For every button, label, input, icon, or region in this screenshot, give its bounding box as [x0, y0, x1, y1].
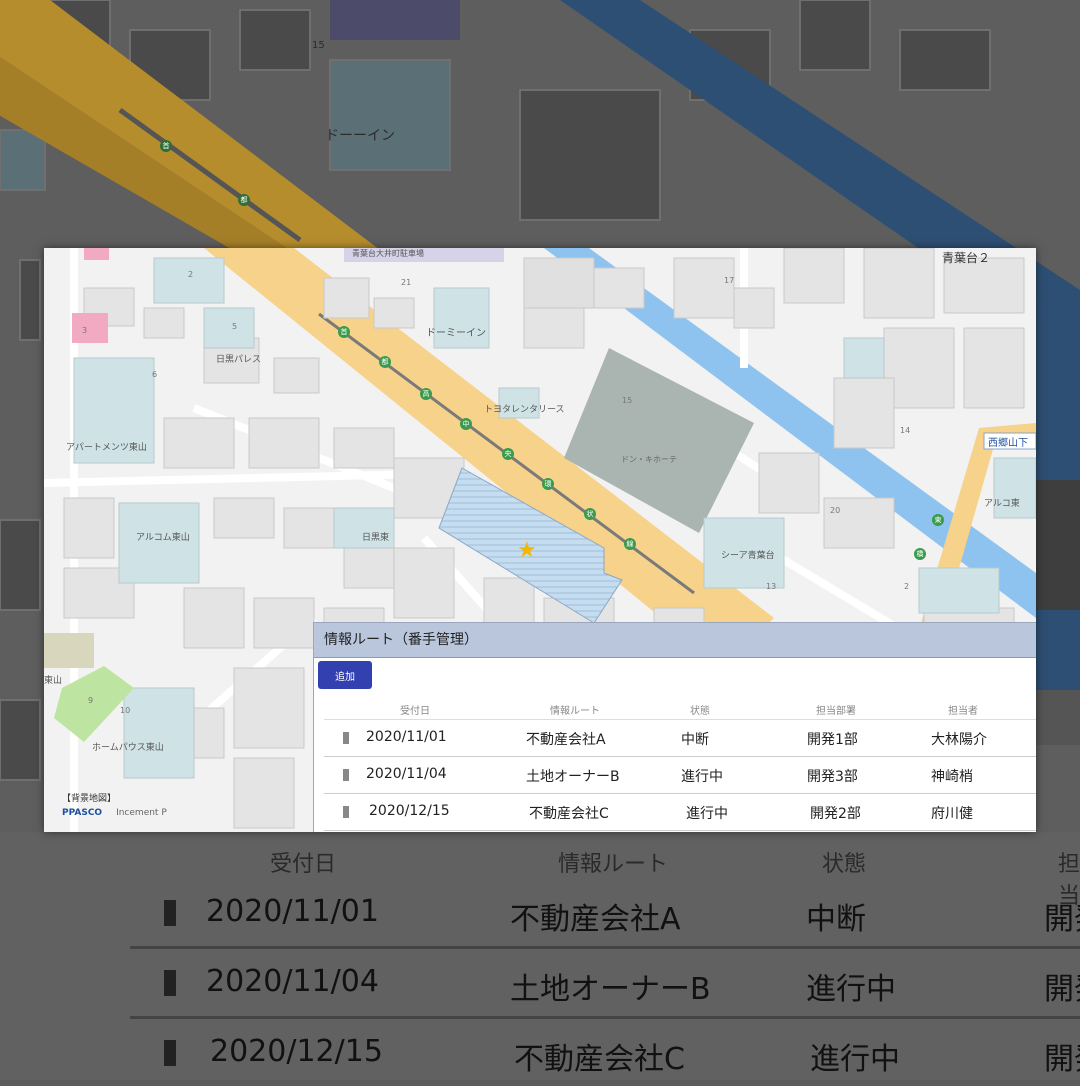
block-number: 14	[900, 426, 911, 435]
map-label: アルコム東山	[136, 533, 190, 543]
bg-table-row: 2020/11/04 土地オーナーB 進行中 開発	[130, 950, 1080, 1019]
road-marker: 首	[338, 326, 350, 338]
cell-status: 中断	[681, 732, 709, 748]
col-date[interactable]: 受付日	[400, 702, 430, 717]
cell-person: 神崎梢	[931, 769, 973, 785]
block-number: 2	[904, 582, 910, 591]
map-label: アパートメンツ東山	[66, 443, 147, 453]
provider-logo: Incement P	[116, 808, 167, 818]
map-attribution: 【背景地図】 PPASCO Incement P	[62, 792, 167, 820]
map-label: ドン・キホーテ	[621, 455, 677, 464]
cell-route: 土地オーナーB	[526, 769, 620, 785]
block-number: 15	[622, 396, 633, 405]
bg-cell-status: 進行中	[806, 972, 896, 1007]
star-marker-icon[interactable]: ★	[517, 538, 537, 563]
drag-handle-icon	[164, 900, 176, 926]
bg-cell-route: 土地オーナーB	[510, 972, 711, 1007]
block-number: 2	[188, 270, 194, 279]
info-route-window: 情報ルート（番手管理） 追加 受付日 情報ルート 状態 担当部署 担当者 202…	[313, 622, 1036, 832]
road-marker: 中	[460, 418, 472, 430]
cell-person: 府川健	[931, 806, 973, 822]
map-label: ドーミーイン	[426, 328, 486, 339]
table-header: 受付日 情報ルート 状態 担当部署 担当者	[324, 697, 1036, 720]
cell-dept: 開発1部	[807, 732, 858, 748]
bg-label-dormy-inn: ドーーイン	[325, 128, 395, 144]
col-dept[interactable]: 担当部署	[816, 702, 856, 717]
bg-cell-date: 2020/11/04	[206, 964, 379, 999]
bg-cell-dept: 開発	[1044, 1042, 1080, 1077]
block-number: 13	[766, 582, 777, 591]
col-person[interactable]: 担当者	[948, 702, 978, 717]
drag-handle-icon[interactable]	[343, 732, 349, 744]
road-marker: 東	[932, 514, 944, 526]
cell-dept: 開発3部	[807, 769, 858, 785]
block-number: 5	[232, 322, 238, 331]
cell-status: 進行中	[686, 806, 728, 822]
bg-road-marker: 都	[238, 194, 250, 206]
table-row[interactable]: 2020/12/15 不動産会社C 進行中 開発2部 府川健	[324, 794, 1036, 831]
road-marker: 状	[584, 508, 596, 520]
map-label: 東山	[44, 676, 63, 686]
cell-date: 2020/11/04	[366, 766, 447, 782]
col-route[interactable]: 情報ルート	[550, 702, 600, 717]
road-marker: 都	[379, 356, 391, 368]
table-row[interactable]: 2020/11/01 不動産会社A 中断 開発1部 大林陽介	[324, 720, 1036, 757]
drag-handle-icon[interactable]	[343, 769, 349, 781]
add-button[interactable]: 追加	[318, 661, 372, 689]
window-title: 情報ルート（番手管理）	[314, 623, 1036, 658]
block-number: 3	[82, 326, 88, 335]
block-number: 20	[830, 506, 841, 515]
bg-col-status: 状態	[822, 852, 867, 877]
bus-stop-label: 西郷山下	[988, 438, 1028, 449]
bg-col-date: 受付日	[270, 852, 337, 877]
cell-status: 進行中	[681, 769, 723, 785]
bg-cell-dept: 開発	[1044, 902, 1080, 937]
map-label: ホームパウス東山	[92, 743, 164, 753]
cell-dept: 開発2部	[810, 806, 861, 822]
map-panel[interactable]: 首 都 高 中 央 環 状 線 東 橋 青葉台２ 西郷山下 青葉台大井町駐車場 …	[44, 248, 1036, 832]
block-number: 6	[152, 370, 158, 379]
bg-table-row: 2020/11/01 不動産会社A 中断 開発	[130, 880, 1080, 949]
bg-cell-status: 中断	[806, 902, 866, 937]
block-number: 10	[120, 706, 131, 715]
map-label: アルコ東	[984, 499, 1020, 509]
cell-route: 不動産会社C	[529, 806, 609, 822]
block-number: 9	[88, 696, 94, 705]
area-label: 青葉台２	[942, 251, 991, 265]
bg-cell-dept: 開発	[1044, 972, 1080, 1007]
drag-handle-icon[interactable]	[343, 806, 349, 818]
bg-table-row: 2020/12/15 不動産会社C 進行中 開発	[130, 1020, 1080, 1086]
cell-person: 大林陽介	[931, 732, 987, 748]
bg-cell-route: 不動産会社A	[510, 902, 681, 937]
bg-road-marker: 首	[160, 140, 172, 152]
bg-cell-route: 不動産会社C	[514, 1042, 685, 1077]
map-label: 青葉台大井町駐車場	[352, 249, 424, 258]
road-marker: 環	[542, 478, 554, 490]
road-marker: 高	[420, 388, 432, 400]
bg-cell-status: 進行中	[810, 1042, 900, 1077]
map-label: トヨタレンタリース	[484, 405, 565, 415]
road-marker: 橋	[914, 548, 926, 560]
block-number: 17	[724, 276, 735, 285]
cell-date: 2020/11/01	[366, 729, 447, 745]
col-status[interactable]: 状態	[690, 702, 710, 717]
drag-handle-icon	[164, 970, 176, 996]
attribution-title: 【背景地図】	[62, 794, 117, 804]
bg-col-route: 情報ルート	[558, 852, 669, 877]
map-label: 日黒パレス	[216, 355, 262, 365]
block-number: 21	[401, 278, 412, 287]
bg-cell-date: 2020/12/15	[210, 1034, 383, 1069]
map-label: シーア青葉台	[721, 551, 775, 561]
bg-block-number: 15	[312, 40, 325, 51]
road-marker: 線	[624, 538, 636, 550]
map-label: 日黒東	[362, 533, 390, 543]
cell-route: 不動産会社A	[526, 732, 606, 748]
pasco-logo: PPASCO	[62, 808, 103, 818]
table-row[interactable]: 2020/11/04 土地オーナーB 進行中 開発3部 神崎梢	[324, 757, 1036, 794]
info-route-table: 受付日 情報ルート 状態 担当部署 担当者 2020/11/01 不動産会社A …	[324, 697, 1036, 831]
cell-date: 2020/12/15	[369, 803, 450, 819]
road-marker: 央	[502, 448, 514, 460]
bg-cell-date: 2020/11/01	[206, 894, 379, 929]
drag-handle-icon	[164, 1040, 176, 1066]
